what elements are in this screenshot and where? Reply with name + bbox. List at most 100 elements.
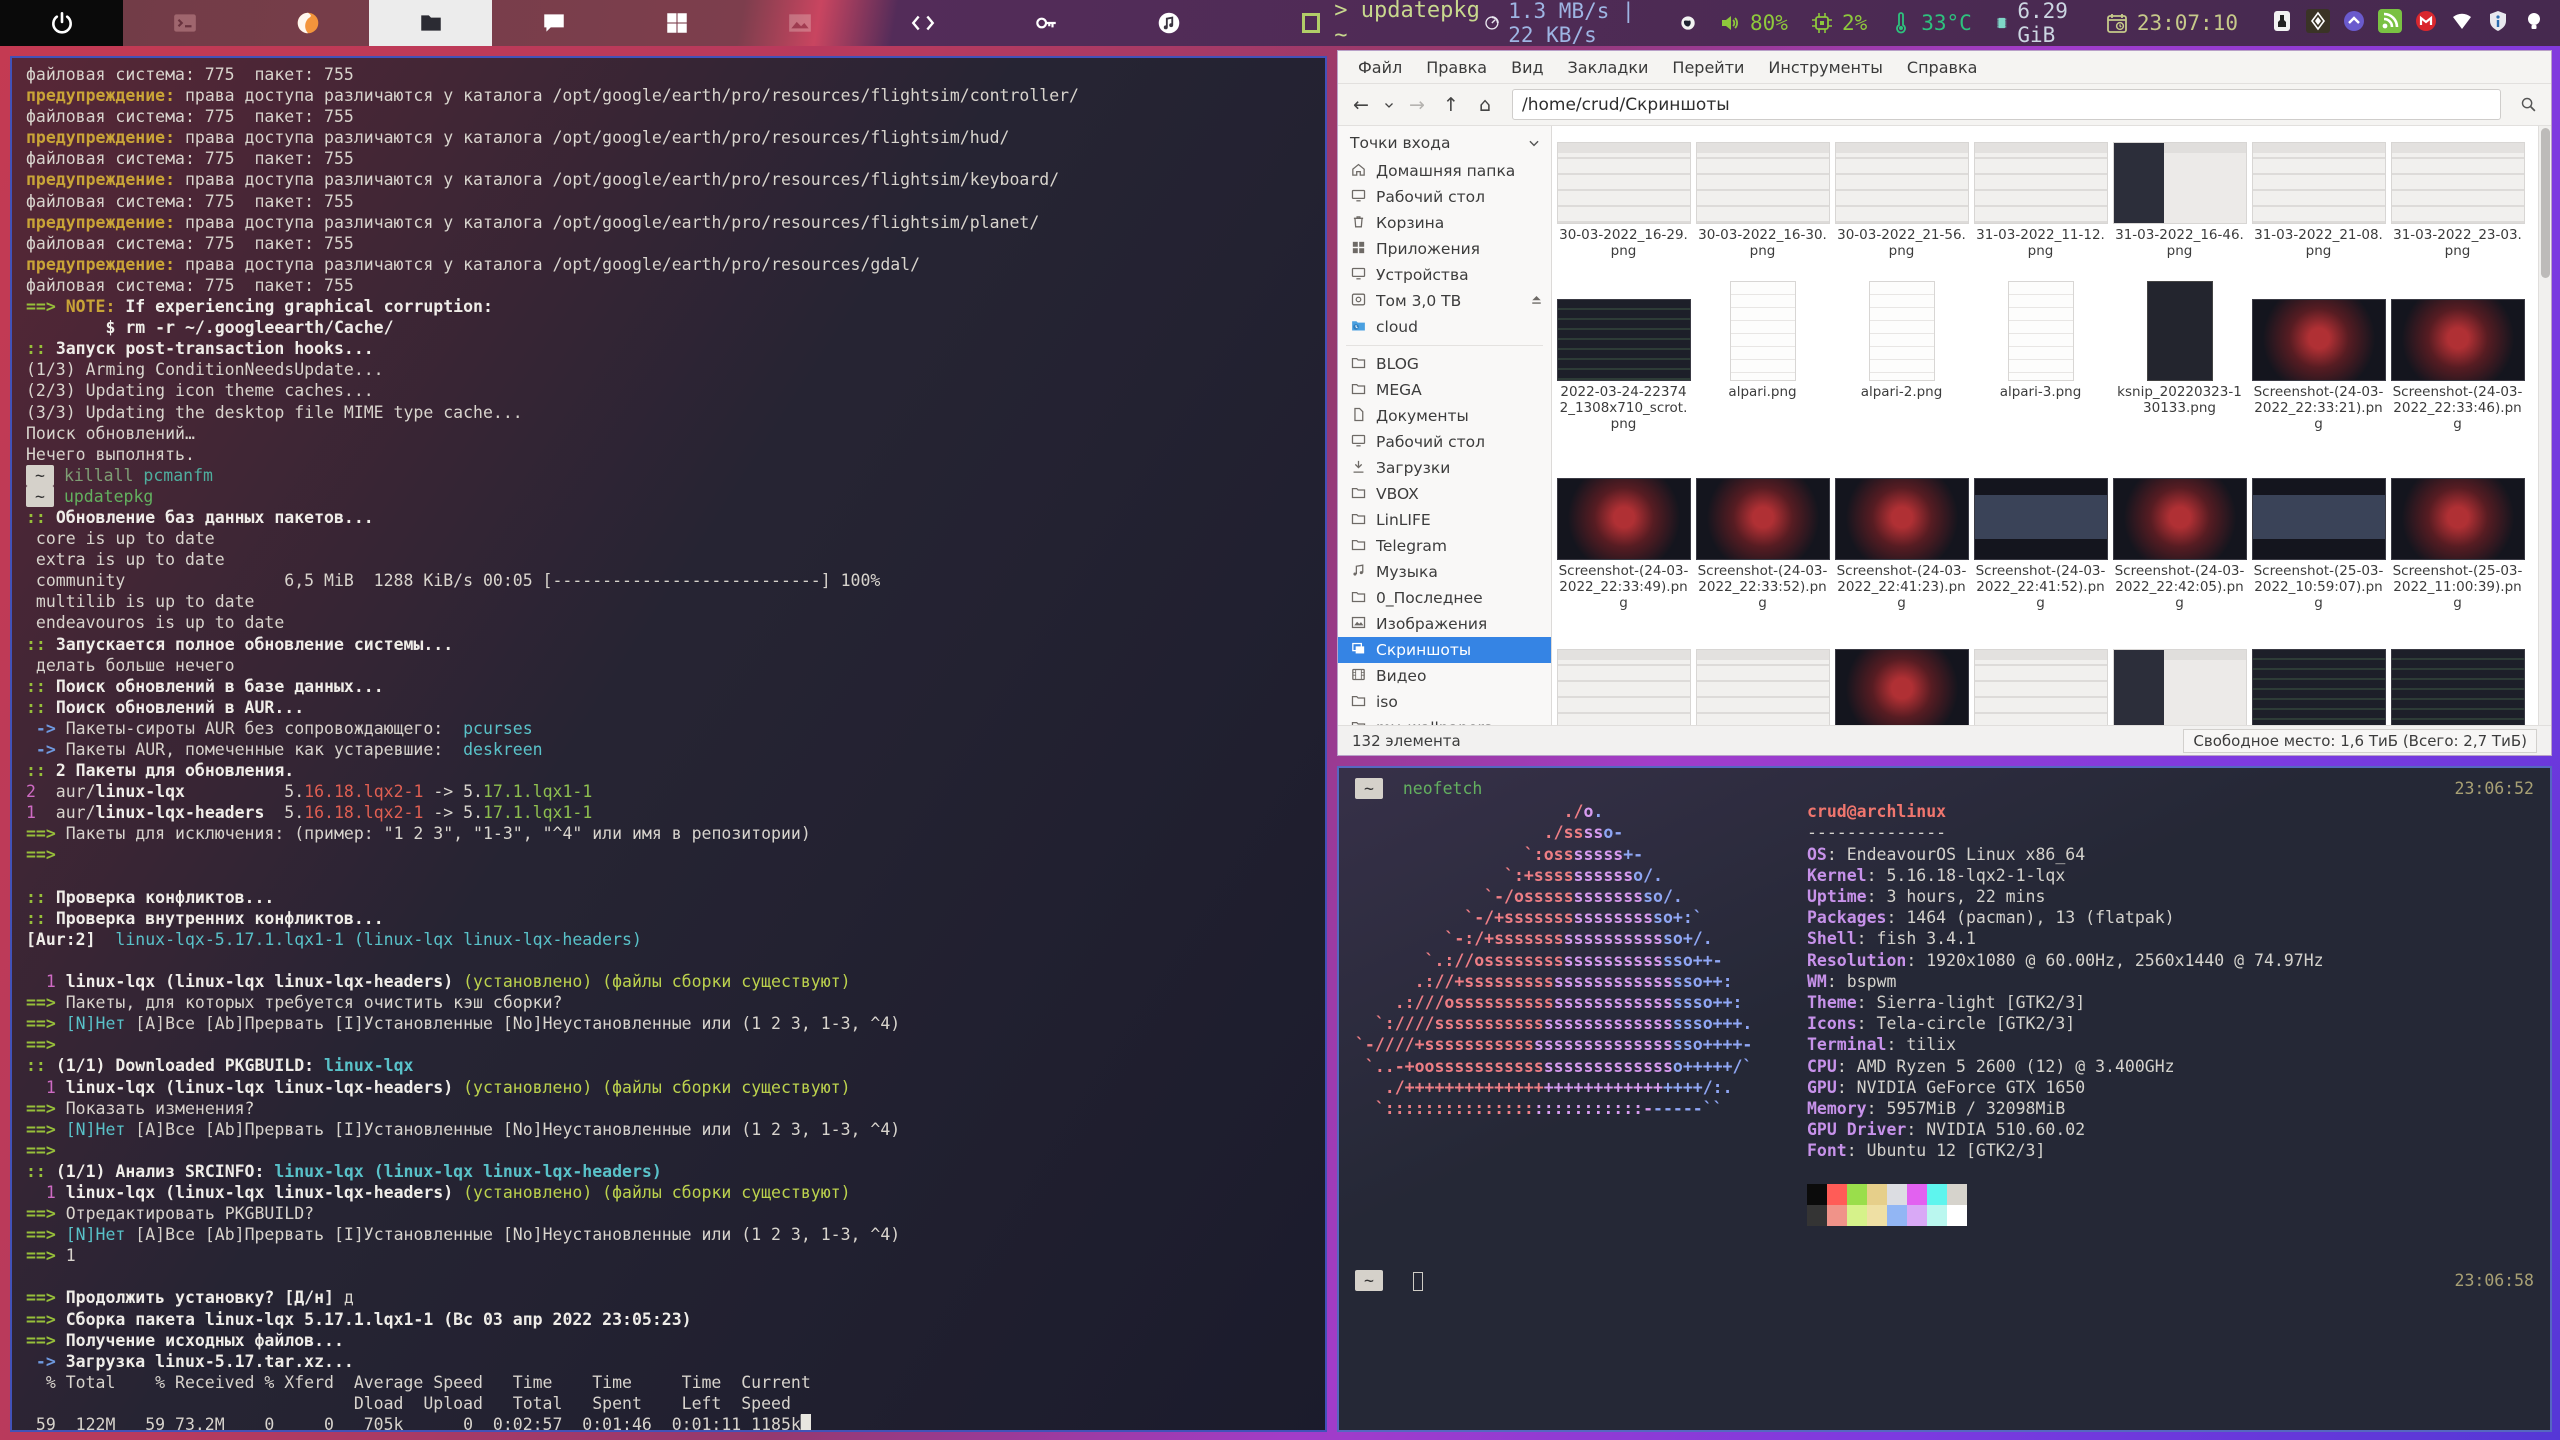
sidebar-item-загрузки[interactable]: Загрузки <box>1338 455 1551 481</box>
file-item[interactable]: Screenshot-(24-03-2022_22:33:49).png <box>1554 432 1693 611</box>
file-item[interactable]: 30-03-2022_16-29.png <box>1554 128 1693 259</box>
terminal-line: (3/3) Updating the desktop file MIME typ… <box>26 402 1311 423</box>
file-item[interactable] <box>2388 611 2527 725</box>
menu-item-Правка[interactable]: Правка <box>1416 55 1497 80</box>
file-item[interactable]: alpari.png <box>1693 259 1832 432</box>
menu-item-Перейти[interactable]: Перейти <box>1662 55 1754 80</box>
file-item[interactable] <box>1832 611 1971 725</box>
file-item[interactable]: 31-03-2022_11-12.png <box>1971 128 2110 259</box>
file-item[interactable]: Screenshot-(24-03-2022_22:33:21).png <box>2249 259 2388 432</box>
menu-item-Инструменты[interactable]: Инструменты <box>1758 55 1893 80</box>
sidebar-item-корзина[interactable]: Корзина <box>1338 210 1551 236</box>
sidebar-item-vbox[interactable]: VBOX <box>1338 481 1551 507</box>
file-item[interactable]: Screenshot-(24-03-2022_22:33:46).png <box>2388 259 2527 432</box>
file-item[interactable] <box>1693 611 1832 725</box>
volume-module[interactable]: 80% <box>1718 11 1788 35</box>
panel-code-icon[interactable] <box>861 0 984 46</box>
menu-item-Справка[interactable]: Справка <box>1897 55 1988 80</box>
search-icon[interactable] <box>2513 90 2543 120</box>
torch-icon[interactable] <box>2270 9 2294 38</box>
panel-chat-icon[interactable] <box>492 0 615 46</box>
panel-key-icon[interactable] <box>984 0 1107 46</box>
file-thumbnail <box>2252 299 2386 381</box>
sidebar-item-0-последнее[interactable]: 0_Последнее <box>1338 585 1551 611</box>
scrollbar-thumb[interactable] <box>2541 128 2550 278</box>
file-item[interactable]: 2022-03-24-223742_1308x710_scrot.png <box>1554 259 1693 432</box>
bulb-icon[interactable] <box>2522 9 2546 38</box>
panel-music-icon[interactable] <box>1107 0 1230 46</box>
sidebar-item-документы[interactable]: Документы <box>1338 403 1551 429</box>
temperature-module[interactable]: 33°C <box>1889 11 1972 35</box>
sidebar-item-видео[interactable]: Видео <box>1338 663 1551 689</box>
sidebar-item-mega[interactable]: MEGA <box>1338 377 1551 403</box>
file-item[interactable]: 31-03-2022_16-46.png <box>2110 128 2249 259</box>
image-icon <box>1350 614 1367 635</box>
sidebar-item-iso[interactable]: iso <box>1338 689 1551 715</box>
panel-terminal-icon[interactable] <box>123 0 246 46</box>
file-item[interactable] <box>2249 611 2388 725</box>
home-button[interactable]: ⌂ <box>1470 90 1500 120</box>
sidebar-item-приложения[interactable]: Приложения <box>1338 236 1551 262</box>
sidebar-item-blog[interactable]: BLOG <box>1338 351 1551 377</box>
file-item[interactable]: alpari-2.png <box>1832 259 1971 432</box>
sidebar-item-том-3-0-тв[interactable]: Том 3,0 ТВ <box>1338 288 1551 314</box>
panel-files-icon[interactable] <box>369 0 492 46</box>
back-button[interactable]: ← <box>1346 90 1376 120</box>
sidebar-item-устройства[interactable]: Устройства <box>1338 262 1551 288</box>
sidebar-item-рабочий-стол[interactable]: Рабочий стол <box>1338 184 1551 210</box>
cpu-module[interactable]: 2% <box>1810 11 1867 35</box>
places-header[interactable]: Точки входа <box>1338 130 1551 158</box>
sidebar-item-изображения[interactable]: Изображения <box>1338 611 1551 637</box>
eject-icon[interactable] <box>1528 291 1545 312</box>
file-item[interactable]: 30-03-2022_21-56.png <box>1832 128 1971 259</box>
file-item[interactable]: Screenshot-(24-03-2022_22:41:52).png <box>1971 432 2110 611</box>
terminal-window-updatepkg[interactable]: файловая система: 775 пакет: 755предупре… <box>10 56 1327 1432</box>
panel-image-icon[interactable] <box>738 0 861 46</box>
ornament-icon[interactable] <box>2306 9 2330 38</box>
sidebar-item-cloud[interactable]: cloud <box>1338 314 1551 340</box>
panel-windows-icon[interactable] <box>615 0 738 46</box>
file-item[interactable]: 31-03-2022_21-08.png <box>2249 128 2388 259</box>
path-input[interactable] <box>1512 89 2501 120</box>
file-item[interactable]: alpari-3.png <box>1971 259 2110 432</box>
file-name: Screenshot-(24-03-2022_22:33:46).png <box>2392 384 2524 432</box>
sidebar-item-домашняя-папка[interactable]: Домашняя папка <box>1338 158 1551 184</box>
up-button[interactable]: ↑ <box>1436 90 1466 120</box>
sidebar-item-linlife[interactable]: LinLIFE <box>1338 507 1551 533</box>
palette-swatch <box>1867 1205 1887 1226</box>
file-item[interactable]: Screenshot-(24-03-2022_22:42:05).png <box>2110 432 2249 611</box>
sidebar-item-telegram[interactable]: Telegram <box>1338 533 1551 559</box>
globe-icon[interactable] <box>1680 11 1696 35</box>
file-item[interactable]: 30-03-2022_16-30.png <box>1693 128 1832 259</box>
forward-button[interactable]: → <box>1402 90 1432 120</box>
scrollbar[interactable] <box>2538 126 2551 725</box>
file-item[interactable] <box>1554 611 1693 725</box>
file-item[interactable]: Screenshot-(24-03-2022_22:33:52).png <box>1693 432 1832 611</box>
sidebar-item-рабочий-стол[interactable]: Рабочий стол <box>1338 429 1551 455</box>
file-item[interactable]: Screenshot-(25-03-2022_10:59:07).png <box>2249 432 2388 611</box>
history-dropdown-icon[interactable] <box>1380 90 1398 120</box>
sidebar-item-скриншоты[interactable]: Скриншоты <box>1338 637 1551 663</box>
menu-item-Закладки[interactable]: Закладки <box>1558 55 1659 80</box>
file-item[interactable] <box>2110 611 2249 725</box>
file-item[interactable]: Screenshot-(25-03-2022_11:00:39).png <box>2388 432 2527 611</box>
file-item[interactable]: ksnip_20220323-130133.png <box>2110 259 2249 432</box>
arrow-up-icon[interactable] <box>2342 9 2366 38</box>
menu-item-Файл[interactable]: Файл <box>1348 55 1412 80</box>
wifi-icon[interactable] <box>2450 9 2474 38</box>
mega-icon[interactable] <box>2414 9 2438 38</box>
rss-icon[interactable] <box>2378 9 2402 38</box>
panel-power-icon[interactable] <box>0 0 123 46</box>
sidebar-item-музыка[interactable]: Музыка <box>1338 559 1551 585</box>
shield-info-icon[interactable] <box>2486 9 2510 38</box>
sidebar-item-my-wallpapers[interactable]: my_wallpapers <box>1338 715 1551 725</box>
menu-item-Вид[interactable]: Вид <box>1501 55 1553 80</box>
panel-firefox-icon[interactable] <box>246 0 369 46</box>
network-speed-module[interactable]: 1.3 MB/s | 22 KB/s <box>1484 0 1658 47</box>
clock-module[interactable]: 23:07:10 <box>2105 11 2238 35</box>
terminal-window-neofetch[interactable]: ~ neofetch 23:06:52 ./o. ./sssso- `:osss… <box>1337 766 2552 1432</box>
file-item[interactable] <box>1971 611 2110 725</box>
file-item[interactable]: Screenshot-(24-03-2022_22:41:23).png <box>1832 432 1971 611</box>
memory-module[interactable]: 6.29 GiB <box>1994 0 2083 47</box>
file-item[interactable]: 31-03-2022_23-03.png <box>2388 128 2527 259</box>
